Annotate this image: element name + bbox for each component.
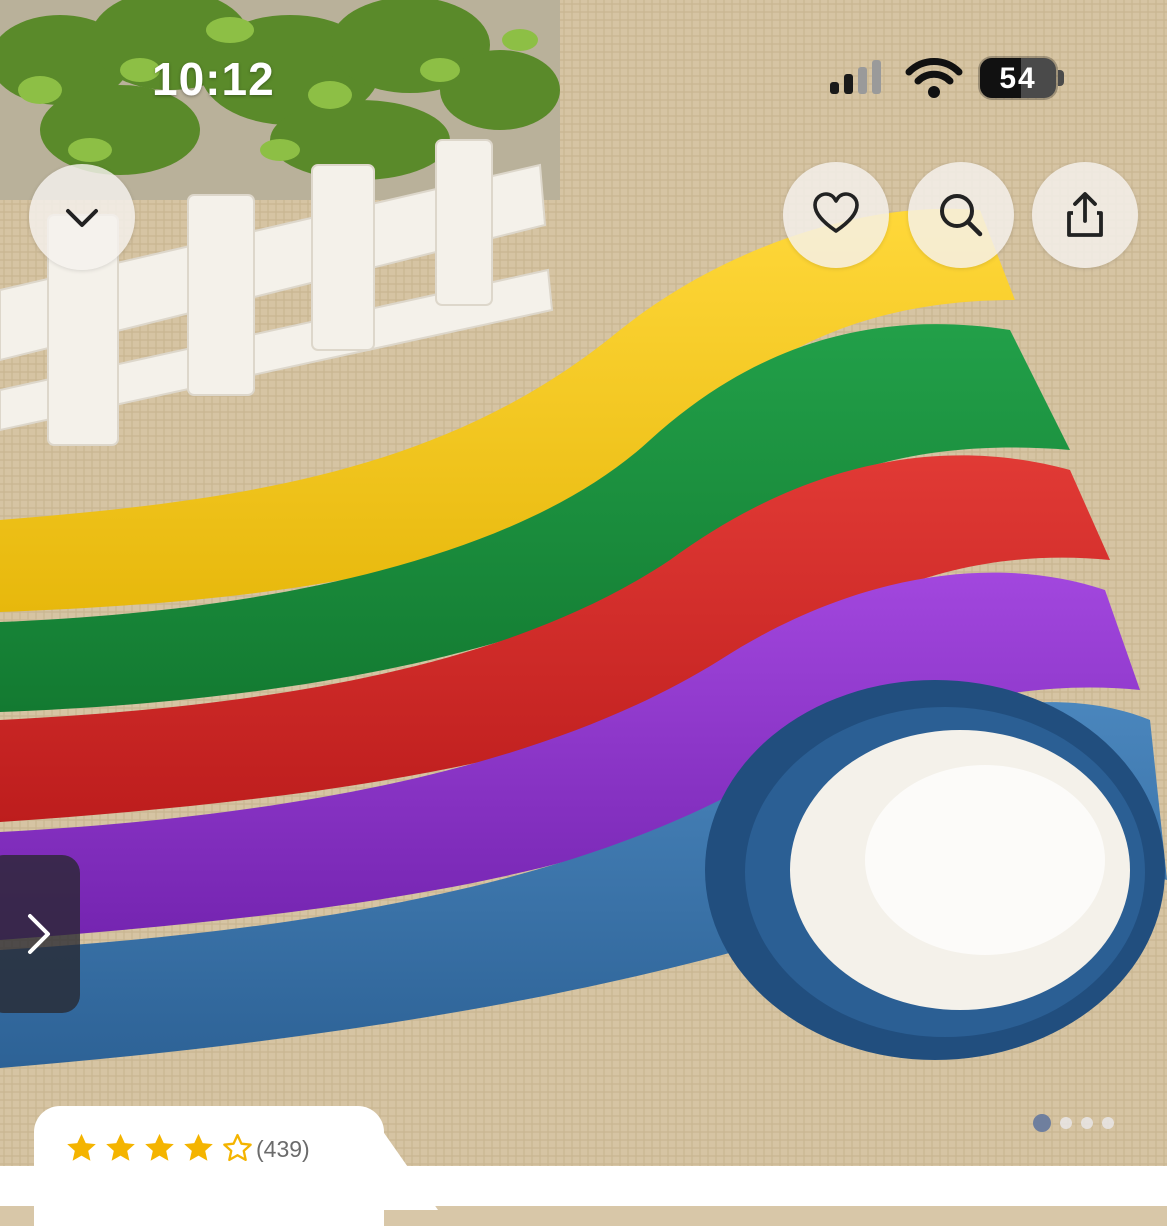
rating-count[interactable]: (439) [256, 1136, 310, 1163]
star-empty-icon [220, 1131, 255, 1166]
signal-icon [830, 60, 881, 94]
battery-icon: 54 [980, 58, 1056, 98]
page-dot-3[interactable] [1081, 1117, 1093, 1129]
page-dot-4[interactable] [1102, 1117, 1114, 1129]
search-icon [940, 194, 983, 237]
star-filled-icon [181, 1131, 216, 1166]
share-icon [1067, 192, 1103, 237]
product-gallery[interactable]: 10:12 54 [0, 0, 1167, 1200]
star-filled-icon [142, 1131, 177, 1166]
chevron-right-icon [28, 914, 50, 954]
rating-card[interactable] [34, 1106, 384, 1226]
chevron-down-icon [66, 209, 98, 227]
battery-level: 54 [999, 62, 1037, 95]
status-time: 10:12 [152, 53, 275, 105]
collapse-button[interactable] [29, 164, 135, 270]
search-button[interactable] [908, 162, 1014, 268]
page-dot-2[interactable] [1060, 1117, 1072, 1129]
favorite-button[interactable] [783, 162, 889, 268]
share-button[interactable] [1032, 162, 1138, 268]
wifi-icon [905, 58, 963, 98]
star-filled-icon [103, 1131, 138, 1166]
page-dot-1[interactable] [1033, 1114, 1051, 1132]
next-image-button[interactable] [0, 855, 80, 1013]
star-filled-icon [64, 1131, 99, 1166]
gallery-pagination[interactable] [1033, 1114, 1114, 1132]
star-rating[interactable] [64, 1131, 255, 1166]
battery-cap [1058, 70, 1064, 86]
heart-icon [813, 192, 859, 233]
